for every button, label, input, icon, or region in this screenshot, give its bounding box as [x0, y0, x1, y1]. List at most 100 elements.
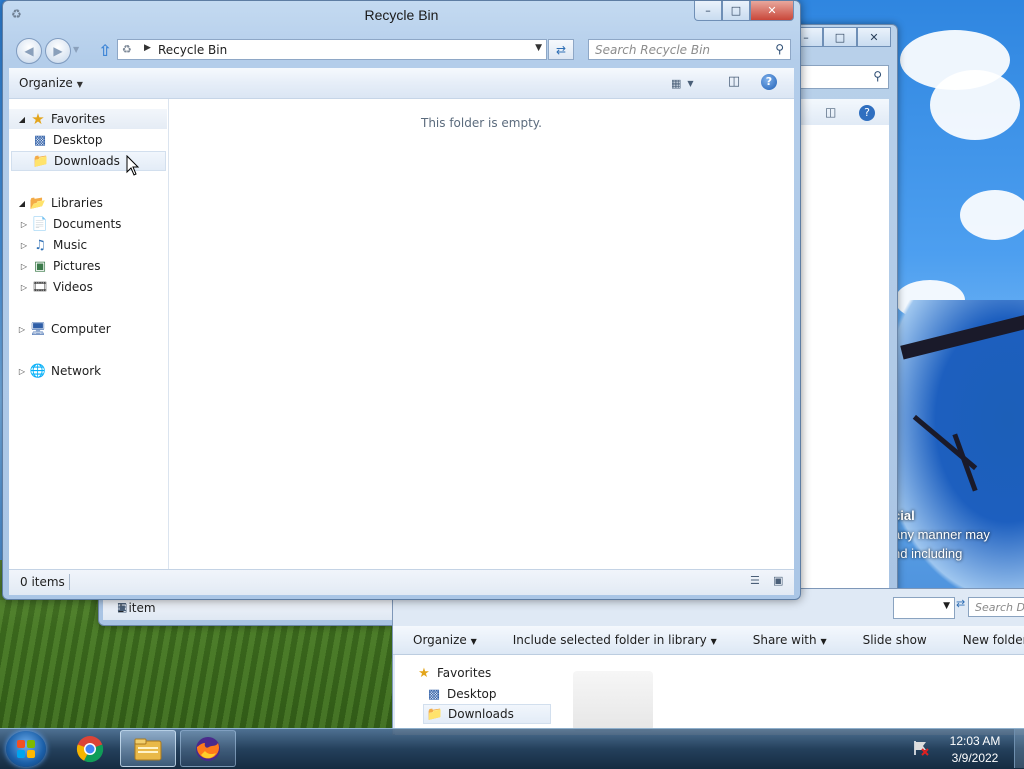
nav-music[interactable]: ▷ ♫ Music: [19, 235, 87, 255]
firefox-icon: [196, 736, 220, 761]
forward-arrow-icon: ▶: [53, 44, 63, 58]
recycle-bin-small-icon: ♻: [122, 43, 132, 56]
third-explorer-window[interactable]: ▼ ⇄ Search D Organize ▼ Include selected…: [392, 588, 1024, 735]
taskbar: [0, 728, 1024, 769]
refresh-icon: ⇄: [555, 42, 567, 57]
preview-pane-button[interactable]: ◫: [725, 74, 743, 92]
expand-triangle-icon[interactable]: ▷: [17, 367, 27, 376]
taskbar-chrome[interactable]: [62, 730, 118, 767]
nav-desktop[interactable]: ▩ Desktop: [423, 684, 497, 704]
start-button[interactable]: [6, 731, 46, 767]
nav-videos[interactable]: ▷ 🎞 Videos: [19, 277, 93, 297]
address-bar[interactable]: ♻ ▶ Recycle Bin ▼: [117, 39, 547, 60]
maximize-button[interactable]: □: [722, 1, 750, 21]
share-with-button[interactable]: Share with ▼: [733, 633, 843, 647]
recent-pages-dropdown[interactable]: ▼: [73, 45, 79, 54]
navigation-pane: ◢ ★ Favorites ▩ Desktop 📁 Downloads ◢ 📂 …: [9, 99, 169, 569]
clock-date: 3/9/2022: [951, 751, 999, 765]
nav-desktop[interactable]: ▩ Desktop: [29, 130, 103, 150]
item-count: 0 items: [20, 575, 65, 589]
nav-favorites[interactable]: ★ Favorites: [413, 663, 491, 683]
chevron-down-icon[interactable]: ▼: [943, 601, 950, 611]
breadcrumb-recycle-bin[interactable]: Recycle Bin: [158, 43, 227, 57]
chevron-down-icon: ▼: [76, 80, 83, 89]
computer-icon: 🖥: [29, 321, 47, 337]
refresh-icon[interactable]: ⇄: [956, 597, 966, 617]
close-button[interactable]: ✕: [750, 1, 794, 21]
nav-downloads[interactable]: 📁 Downloads: [11, 151, 166, 171]
nav-computer[interactable]: ▷ 🖥 Computer: [9, 319, 111, 339]
organize-button[interactable]: Organize ▼: [393, 633, 493, 647]
window-controls: – □ ✕: [694, 1, 794, 21]
maximize-icon[interactable]: □: [823, 27, 857, 47]
expand-triangle-icon[interactable]: ▷: [19, 241, 29, 250]
third-search-input[interactable]: Search D: [968, 597, 1024, 617]
third-command-bar: Organize ▼ Include selected folder in li…: [393, 626, 1024, 655]
nav-downloads[interactable]: 📁 Downloads: [423, 704, 551, 724]
taskbar-file-explorer[interactable]: [120, 730, 176, 767]
back-button[interactable]: ◀: [16, 38, 42, 64]
nav-documents[interactable]: ▷ 📄 Documents: [19, 214, 122, 234]
system-clock[interactable]: 12:03 AM 3/9/2022: [940, 733, 1010, 767]
windows-logo-icon: [17, 740, 35, 758]
view-options-icon: ▦: [671, 76, 682, 90]
preview-pane-icon: ◫: [727, 74, 741, 89]
large-icons-view-icon[interactable]: ▣: [773, 574, 783, 587]
documents-icon: 📄: [31, 216, 49, 232]
background-content-pane: [799, 125, 889, 595]
nav-network[interactable]: ▷ 🌐 Network: [9, 361, 101, 381]
expand-triangle-icon[interactable]: ▷: [19, 283, 29, 292]
change-view-button[interactable]: ▦ ▼: [671, 74, 711, 92]
help-button[interactable]: ?: [761, 74, 777, 90]
mouse-cursor-icon: [126, 155, 140, 176]
collapse-triangle-icon[interactable]: ◢: [17, 199, 27, 208]
videos-icon: 🎞: [31, 279, 49, 295]
search-input[interactable]: [595, 41, 765, 58]
refresh-button[interactable]: ⇄: [548, 39, 574, 60]
command-bar: Organize ▼ ▦ ▼ ◫ ?: [9, 68, 794, 99]
downloads-folder-icon: 📁: [426, 706, 444, 722]
desktop-icon: ▩: [427, 686, 441, 702]
new-folder-button[interactable]: New folder: [943, 633, 1024, 647]
up-arrow-icon[interactable]: ⇧: [95, 40, 115, 60]
slide-show-button[interactable]: Slide show: [843, 633, 943, 647]
include-in-library-button[interactable]: Include selected folder in library ▼: [493, 633, 733, 647]
expand-triangle-icon[interactable]: ▷: [19, 262, 29, 271]
breadcrumb-chevron-icon[interactable]: ▶: [144, 43, 151, 53]
recycle-bin-window[interactable]: ♻ Recycle Bin – □ ✕ ◀ ▶ ▼ ⇧ ♻ ▶ Recycle …: [2, 0, 801, 600]
nav-pictures[interactable]: ▷ ▣ Pictures: [19, 256, 101, 276]
third-nav-pane: ★ Favorites ▩ Desktop 📁 Downloads: [395, 655, 556, 735]
nav-favorites[interactable]: ◢ ★ Favorites: [9, 109, 167, 129]
address-dropdown-icon[interactable]: ▼: [535, 43, 542, 53]
search-icon[interactable]: ⚲: [775, 42, 784, 56]
taskbar-firefox[interactable]: [180, 730, 236, 767]
details-view-icon[interactable]: ☰: [750, 574, 760, 587]
nav-libraries[interactable]: ◢ 📂 Libraries: [9, 193, 103, 213]
third-address-bar[interactable]: ▼: [893, 597, 955, 619]
file-explorer-icon: [134, 738, 162, 760]
close-icon[interactable]: ✕: [857, 27, 891, 47]
file-thumbnail[interactable]: [573, 671, 653, 731]
minimize-button[interactable]: –: [694, 1, 722, 21]
expand-triangle-icon[interactable]: ▷: [17, 325, 27, 334]
content-pane[interactable]: This folder is empty.: [169, 99, 794, 569]
expand-triangle-icon[interactable]: ▷: [19, 220, 29, 229]
background-command-bar: ◫ ?: [799, 99, 889, 127]
background-window-controls: – □ ✕: [789, 27, 891, 47]
downloads-folder-icon: 📁: [32, 153, 50, 169]
wallpaper-text: cial any manner may nd including: [893, 508, 990, 561]
chevron-down-icon[interactable]: ▼: [687, 79, 693, 88]
clock-time: 12:03 AM: [949, 734, 1001, 748]
help-icon[interactable]: ?: [859, 105, 875, 121]
action-center-flag-icon[interactable]: [912, 739, 934, 759]
empty-folder-message: This folder is empty.: [421, 116, 542, 130]
forward-button[interactable]: ▶: [45, 38, 71, 64]
show-desktop-button[interactable]: [1014, 729, 1024, 768]
collapse-triangle-icon[interactable]: ◢: [17, 115, 27, 124]
organize-button[interactable]: Organize ▼: [19, 76, 83, 90]
back-arrow-icon: ◀: [24, 44, 34, 58]
status-bar: 0 items ☰ ▣: [9, 569, 794, 595]
search-icon: ⚲: [873, 69, 882, 83]
libraries-icon: 📂: [29, 195, 47, 211]
preview-pane-icon[interactable]: ◫: [825, 105, 836, 119]
